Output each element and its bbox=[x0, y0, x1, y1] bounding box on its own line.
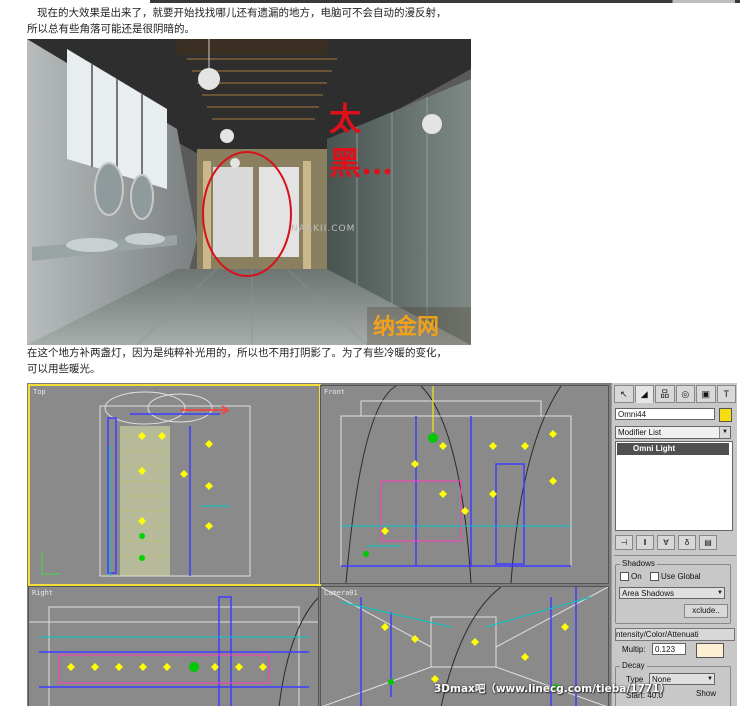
stack-tool-row: ⊣ ‖ ∀ δ ▤ bbox=[615, 535, 731, 550]
hierarchy-tab-icon[interactable]: 品 bbox=[655, 385, 675, 403]
viewport-top[interactable]: Top bbox=[28, 384, 321, 586]
checkbox-icon bbox=[620, 572, 629, 581]
shadow-type-dropdown[interactable]: Area Shadows ▼ bbox=[619, 587, 725, 599]
logo-text: 纳金网 bbox=[373, 314, 440, 340]
make-unique-icon[interactable]: ∀ bbox=[657, 535, 675, 550]
top-view-wireframe bbox=[41, 391, 251, 577]
create-tab-icon[interactable]: ↖ bbox=[614, 385, 634, 403]
max-screenshot: Top Front Right Camera01 ↖ ◢ 品 ◎ ▣ T Omn… bbox=[27, 383, 737, 706]
viewport-camera-label: Camera01 bbox=[324, 589, 358, 597]
shadows-on-label: On bbox=[631, 572, 642, 581]
remove-modifier-icon[interactable]: δ bbox=[678, 535, 696, 550]
modifier-list-label: Modifier List bbox=[618, 428, 662, 437]
panel-divider bbox=[614, 555, 736, 556]
motion-tab-icon[interactable]: ◎ bbox=[675, 385, 695, 403]
viewport-top-label: Top bbox=[33, 388, 46, 396]
checkbox-icon bbox=[650, 572, 659, 581]
paragraph-1-line-1: 现在的大效果是出来了，就要开始找找哪儿还有遗漏的地方，电脑可不会自动的漫反射， bbox=[37, 7, 447, 19]
viewport-front[interactable]: Front bbox=[320, 385, 609, 584]
display-tab-icon[interactable]: ▣ bbox=[696, 385, 716, 403]
watermark-text: 3Dmax吧（www.linecg.com/tieba/1771） bbox=[434, 683, 670, 695]
paragraph-1-line-2: 所以总有些角落可能还是很阴暗的。 bbox=[27, 23, 195, 35]
logo-sub: NARKII.COM bbox=[291, 224, 356, 234]
right-view-wireframe bbox=[29, 596, 318, 706]
paragraph-2-line-1: 在这个地方补两盏灯，因为是纯粹补光用的，所以也不用打阴影了。为了有些冷暖的变化， bbox=[27, 347, 447, 359]
paragraph-1: 现在的大效果是出来了，就要开始找找哪儿还有遗漏的地方，电脑可不会自动的漫反射， … bbox=[27, 5, 447, 37]
previous-image-box bbox=[672, 0, 735, 3]
multiplier-spinner[interactable]: 0.123 bbox=[652, 643, 686, 655]
front-view-wireframe bbox=[340, 386, 572, 583]
use-global-label: Use Global bbox=[661, 572, 701, 581]
object-color-swatch[interactable] bbox=[719, 408, 732, 422]
exclude-button[interactable]: xclude.. bbox=[684, 604, 728, 618]
shadows-on-checkbox[interactable]: On bbox=[620, 572, 642, 581]
shadows-group: Shadows On Use Global Area Shadows ▼ xcl… bbox=[615, 559, 731, 624]
bathroom-render bbox=[27, 39, 471, 345]
annotation-text: 太黑… bbox=[329, 100, 394, 182]
viewport-right-label: Right bbox=[32, 589, 54, 597]
modifier-list-dropdown[interactable]: Modifier List ▼ bbox=[615, 426, 731, 439]
shadow-type-value: Area Shadows bbox=[622, 589, 675, 598]
modifier-stack[interactable]: Omni Light bbox=[615, 441, 733, 531]
utilities-tab-icon[interactable]: T bbox=[716, 385, 736, 403]
previous-image-edge bbox=[150, 0, 740, 3]
chevron-down-icon: ▼ bbox=[717, 590, 723, 596]
intensity-rollout-header[interactable]: ntensity/Color/Attenuati bbox=[615, 628, 735, 641]
viewport-right[interactable]: Right bbox=[28, 586, 319, 706]
decay-group-label: Decay bbox=[620, 661, 647, 670]
configure-sets-icon[interactable]: ▤ bbox=[699, 535, 717, 550]
top-strip bbox=[0, 0, 750, 4]
decay-show-checkbox[interactable]: Show bbox=[696, 689, 722, 701]
pin-stack-icon[interactable]: ⊣ bbox=[615, 535, 633, 550]
command-panel-tabs: ↖ ◢ 品 ◎ ▣ T bbox=[614, 385, 736, 403]
paragraph-2: 在这个地方补两盏灯，因为是纯粹补光用的，所以也不用打阴影了。为了有些冷暖的变化，… bbox=[27, 345, 447, 377]
show-end-result-icon[interactable]: ‖ bbox=[636, 535, 654, 550]
stack-item-omni-light[interactable]: Omni Light bbox=[617, 443, 729, 455]
command-panel: ↖ ◢ 品 ◎ ▣ T Omni44 Modifier List ▼ Omni … bbox=[611, 383, 737, 706]
chevron-down-icon: ▼ bbox=[719, 427, 730, 438]
multiplier-label: Multip: bbox=[622, 645, 646, 654]
render-image: 太黑… 纳金网 NARKII.COM bbox=[27, 39, 471, 345]
use-global-checkbox[interactable]: Use Global bbox=[650, 572, 701, 581]
shadows-group-label: Shadows bbox=[620, 559, 657, 568]
chevron-down-icon: ▼ bbox=[707, 676, 713, 682]
paragraph-2-line-2: 可以用些暖光。 bbox=[27, 363, 101, 375]
object-name-input[interactable]: Omni44 bbox=[615, 408, 715, 420]
modify-tab-icon[interactable]: ◢ bbox=[634, 385, 654, 403]
light-color-swatch[interactable] bbox=[696, 643, 724, 658]
viewport-front-label: Front bbox=[324, 388, 346, 396]
